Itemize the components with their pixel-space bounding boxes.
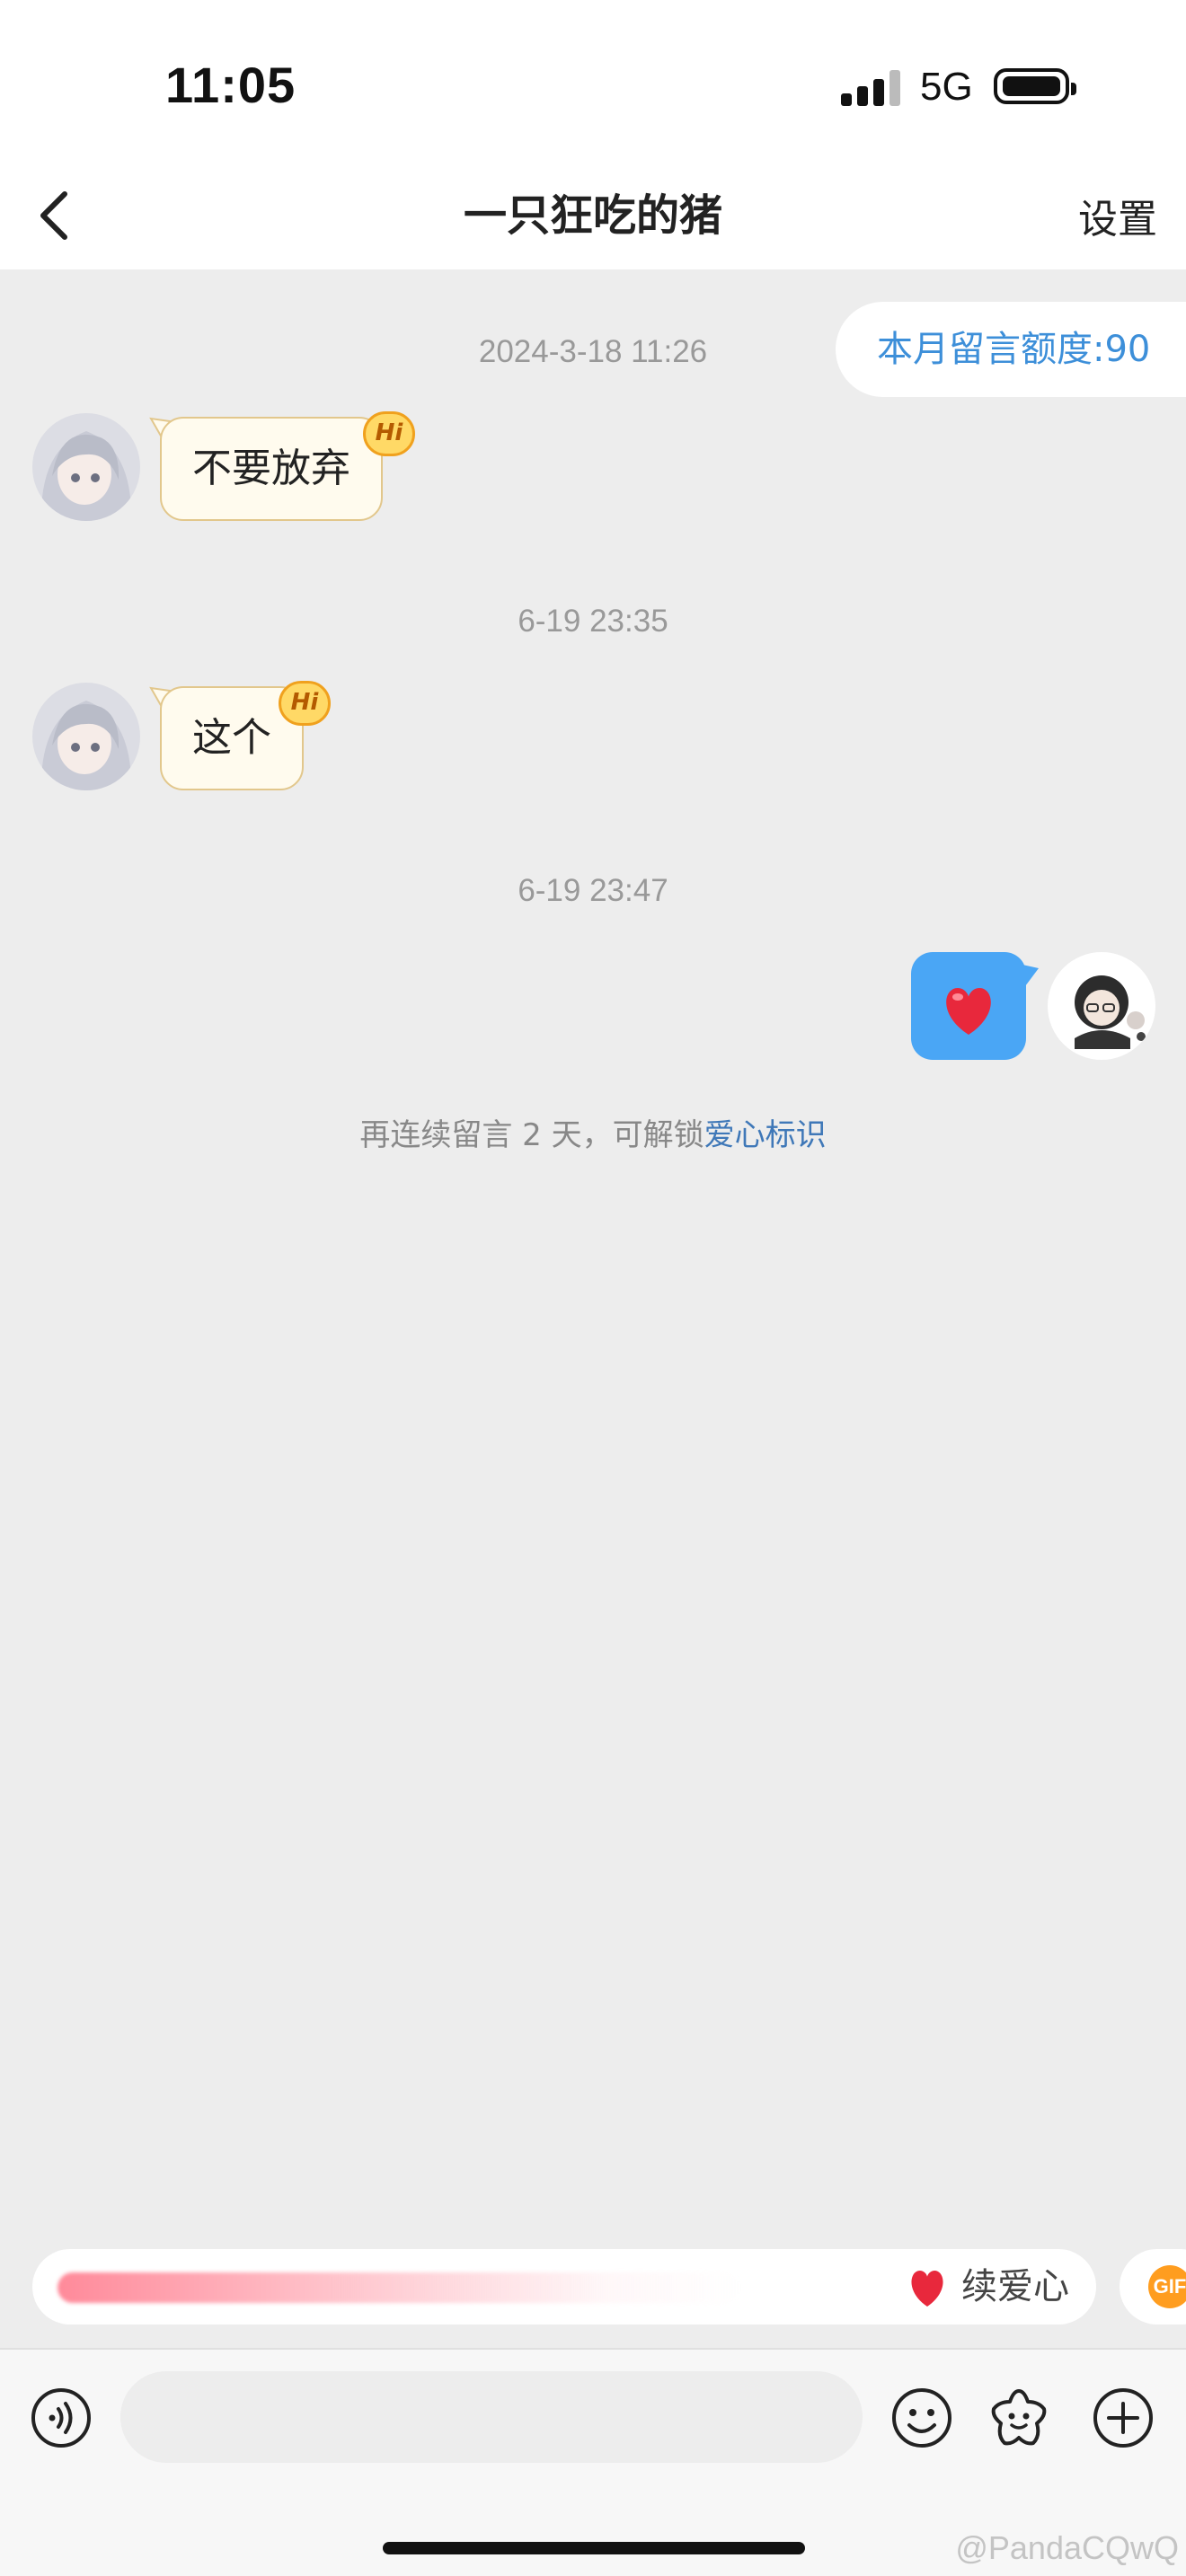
- settings-button[interactable]: 设置: [1078, 187, 1157, 244]
- voice-icon[interactable]: [29, 2386, 93, 2450]
- battery-icon: [994, 68, 1076, 104]
- my-avatar[interactable]: [1048, 952, 1155, 1060]
- add-icon[interactable]: [1091, 2386, 1155, 2450]
- sticker-icon[interactable]: [987, 2386, 1051, 2450]
- home-indicator: [383, 2542, 805, 2554]
- timestamp: 6-19 23:47: [518, 873, 668, 908]
- signal-icon: [841, 68, 900, 106]
- emoji-icon[interactable]: [890, 2386, 954, 2450]
- streak-hint-text: 再连续留言 2 天，可解锁: [359, 1117, 704, 1153]
- timestamp: 2024-3-18 11:26: [478, 334, 708, 369]
- red-heart-icon: [946, 988, 991, 1035]
- contact-avatar[interactable]: [32, 413, 140, 521]
- hi-badge: Hi: [279, 681, 331, 726]
- streak-progress-bar: [58, 2272, 740, 2303]
- outgoing-message-bubble[interactable]: [911, 952, 1026, 1060]
- chat-title: 一只狂吃的猪: [463, 190, 722, 241]
- heart-icon: [911, 2271, 943, 2307]
- gif-chip[interactable]: GIF: [1120, 2249, 1186, 2325]
- renew-heart-label: 续爱心: [961, 2266, 1069, 2307]
- streak-hint: 再连续留言 2 天，可解锁爱心标识: [0, 1110, 1186, 1154]
- bubble-tail: [1022, 965, 1039, 990]
- nav-bar: 一只狂吃的猪 设置: [0, 162, 1186, 269]
- timestamp: 6-19 23:35: [518, 604, 668, 639]
- status-time: 11:05: [165, 57, 296, 113]
- incoming-message-bubble[interactable]: 不要放弃: [160, 417, 383, 521]
- contact-avatar[interactable]: [32, 683, 140, 790]
- gif-icon: GIF: [1148, 2265, 1186, 2308]
- heart-badge-link[interactable]: 爱心标识: [704, 1117, 827, 1153]
- streak-pill[interactable]: 续爱心: [32, 2249, 1096, 2325]
- hi-badge: Hi: [363, 411, 415, 456]
- streak-strip: 续爱心 GIF: [0, 2249, 1186, 2348]
- message-input[interactable]: [120, 2371, 863, 2463]
- status-bar: 11:05 5G: [0, 0, 1186, 162]
- watermark: @PandaCQwQ: [955, 2529, 1179, 2566]
- network-type: 5G: [920, 65, 973, 109]
